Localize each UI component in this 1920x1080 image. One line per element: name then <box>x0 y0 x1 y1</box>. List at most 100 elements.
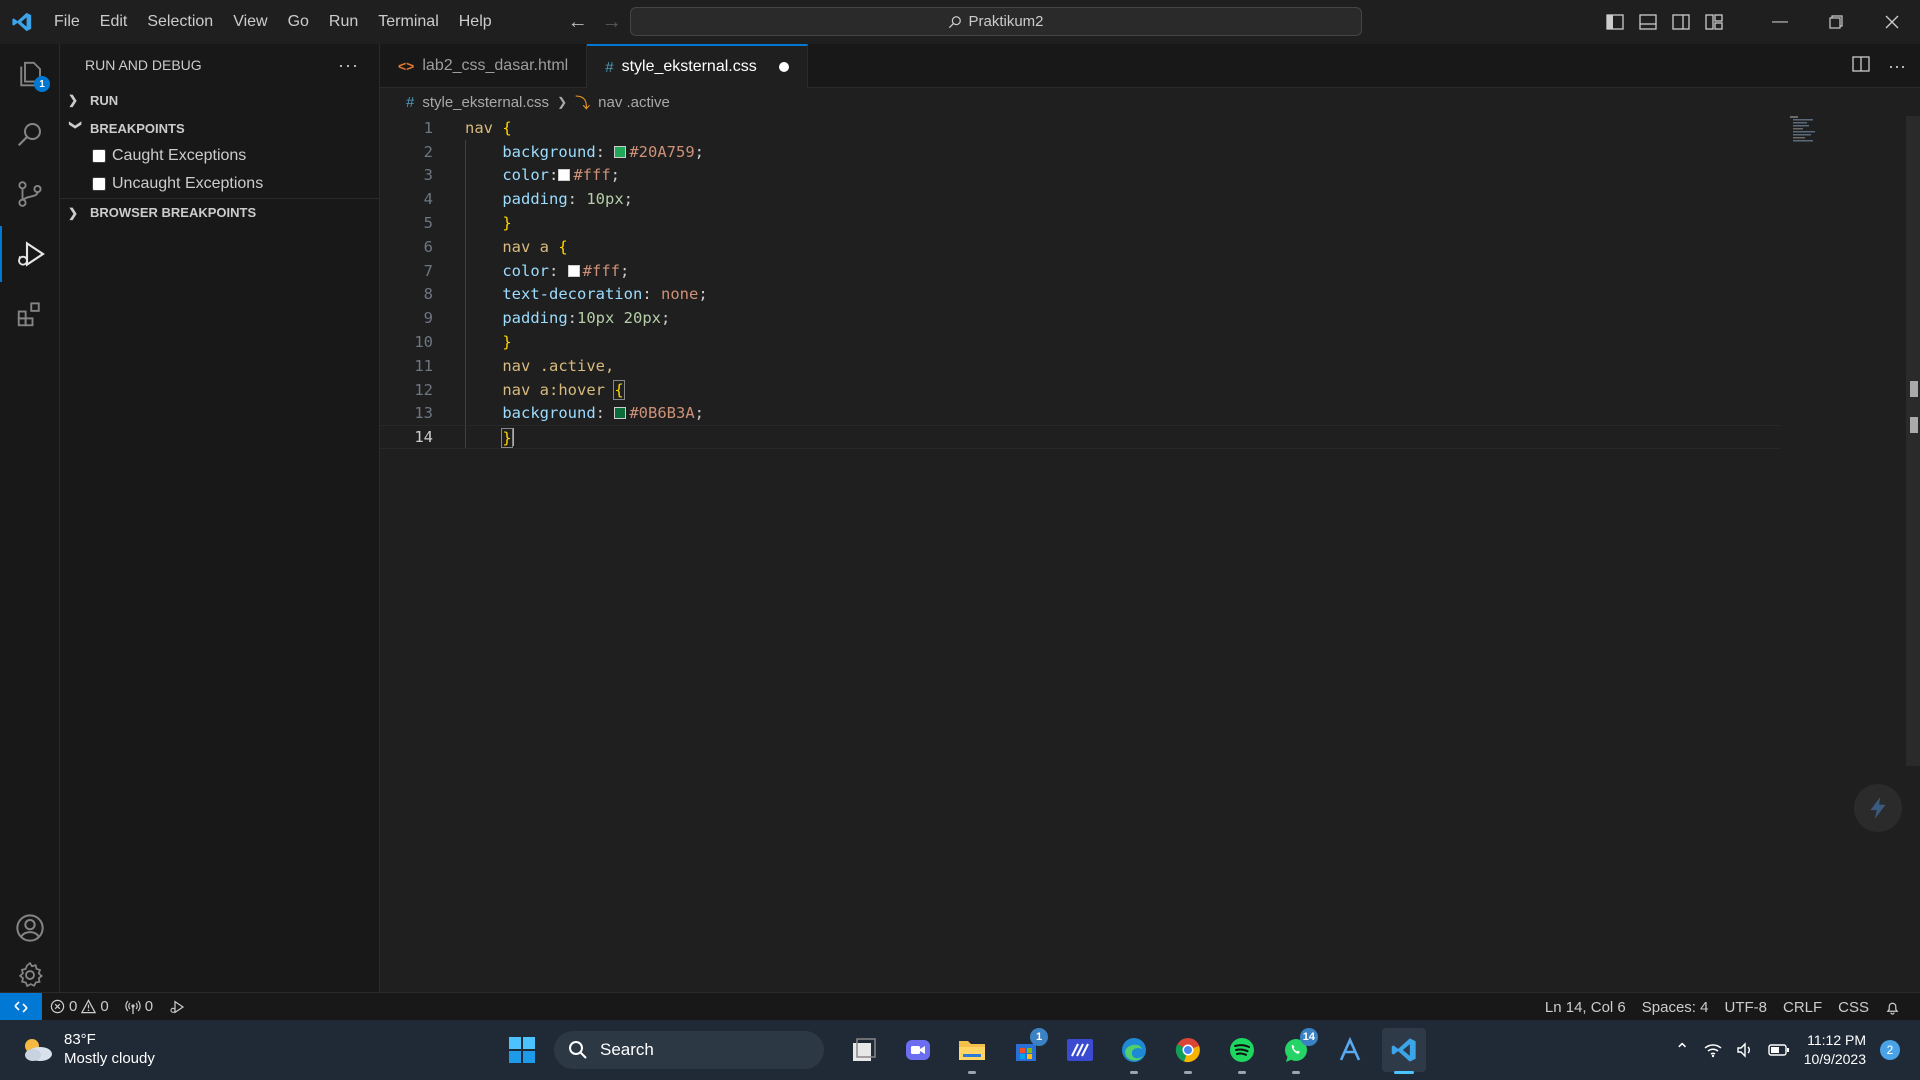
vscode-app[interactable] <box>1382 1028 1426 1074</box>
section-breakpoints[interactable]: ❯ BREAKPOINTS <box>60 114 379 142</box>
search-icon[interactable] <box>0 106 60 162</box>
chevron-up-icon[interactable]: ⌃ <box>1675 1040 1690 1061</box>
customize-layout-icon[interactable] <box>1697 0 1730 44</box>
run-and-debug-icon[interactable] <box>0 226 60 282</box>
code-line[interactable]: 7 color: #fff; <box>380 259 1780 283</box>
indentation[interactable]: Spaces: 4 <box>1634 993 1717 1021</box>
breakpoint-uncaught-exceptions[interactable]: Uncaught Exceptions <box>60 170 379 198</box>
menu-view[interactable]: View <box>223 7 277 37</box>
edge-browser-app[interactable] <box>1112 1028 1156 1074</box>
split-editor-icon[interactable] <box>1852 55 1870 77</box>
weather-widget[interactable]: 83°F Mostly cloudy <box>20 1030 155 1068</box>
battery-icon[interactable] <box>1768 1043 1790 1057</box>
chrome-browser-app[interactable] <box>1166 1028 1210 1074</box>
color-swatch-white[interactable] <box>558 169 571 182</box>
color-swatch-white[interactable] <box>567 264 580 277</box>
translator-app[interactable] <box>1328 1028 1372 1072</box>
teams-chat-app[interactable] <box>896 1028 940 1072</box>
section-run[interactable]: ❯ RUN <box>60 86 379 114</box>
remote-indicator-icon[interactable] <box>0 992 42 1021</box>
code-editor[interactable]: 1 nav { 2 background: #20A759; 3 color: #… <box>380 116 1780 450</box>
code-line[interactable]: 10 } <box>380 330 1780 354</box>
code-line[interactable]: 9 padding:10px 20px; <box>380 306 1780 330</box>
editor-actions: ··· <box>1852 44 1906 88</box>
extensions-icon[interactable] <box>0 286 60 342</box>
taskbar-search[interactable]: Search <box>554 1031 824 1069</box>
menu-edit[interactable]: Edit <box>90 7 138 37</box>
ports-indicator[interactable]: 0 <box>117 993 161 1021</box>
code-line[interactable]: 12 nav a:hover { <box>380 378 1780 402</box>
notes-app[interactable] <box>1058 1028 1102 1072</box>
more-actions-icon[interactable]: ··· <box>338 55 359 76</box>
color-swatch-dark-green[interactable] <box>614 407 627 420</box>
code-line[interactable]: 11 nav .active, <box>380 354 1780 378</box>
vertical-scrollbar[interactable] <box>1906 116 1920 766</box>
breakpoint-caught-exceptions[interactable]: Caught Exceptions <box>60 142 379 170</box>
explorer-icon[interactable]: 1 <box>0 46 60 102</box>
menu-run[interactable]: Run <box>319 7 368 37</box>
notification-badge[interactable]: 2 <box>1880 1040 1900 1060</box>
toggle-secondary-sidebar-icon[interactable] <box>1664 0 1697 44</box>
more-actions-icon[interactable]: ··· <box>1888 56 1906 77</box>
forward-arrow-icon[interactable]: → <box>602 11 622 34</box>
code-line-current[interactable]: 14 } <box>380 425 1780 450</box>
debug-status[interactable] <box>161 993 193 1021</box>
whatsapp-app[interactable]: 14 <box>1274 1028 1318 1074</box>
code-line[interactable]: 1 nav { <box>380 116 1780 140</box>
value: 10px 20px <box>577 309 661 328</box>
back-arrow-icon[interactable]: ← <box>568 11 588 34</box>
uncaught-exceptions-checkbox[interactable] <box>92 177 106 191</box>
breadcrumb-symbol[interactable]: nav .active <box>598 94 670 111</box>
toggle-primary-sidebar-icon[interactable] <box>1598 0 1631 44</box>
start-button[interactable] <box>500 1028 544 1072</box>
problems-indicator[interactable]: 0 0 <box>42 993 117 1021</box>
menu-bar: File Edit Selection View Go Run Terminal… <box>44 0 502 44</box>
menu-help[interactable]: Help <box>449 7 502 37</box>
cursor-position[interactable]: Ln 14, Col 6 <box>1537 993 1634 1021</box>
code-line[interactable]: 5 } <box>380 211 1780 235</box>
color-swatch-green[interactable] <box>614 145 627 158</box>
notifications-bell-icon[interactable] <box>1877 993 1908 1021</box>
code-line[interactable]: 13 background: #0B6B3A; <box>380 402 1780 426</box>
spotify-app[interactable] <box>1220 1028 1264 1074</box>
code-line[interactable]: 8 text-decoration: none; <box>380 283 1780 307</box>
accounts-icon[interactable] <box>0 900 60 956</box>
section-run-label: RUN <box>90 92 119 108</box>
caught-exceptions-checkbox[interactable] <box>92 149 106 163</box>
source-control-icon[interactable] <box>0 166 60 222</box>
tab-lab2-css-dasar-html[interactable]: <> lab2_css_dasar.html <box>380 44 588 88</box>
command-center-search[interactable]: Praktikum2 <box>630 7 1362 36</box>
toggle-panel-icon[interactable] <box>1631 0 1664 44</box>
minimap[interactable] <box>1790 116 1820 146</box>
wifi-icon[interactable] <box>1704 1042 1722 1058</box>
symbol-class-icon: ⤵ <box>575 94 591 112</box>
settings-gear-icon[interactable] <box>0 960 60 990</box>
section-browser-breakpoints[interactable]: ❯ BROWSER BREAKPOINTS <box>60 198 379 226</box>
menu-terminal[interactable]: Terminal <box>368 7 448 37</box>
close-icon[interactable] <box>1864 0 1920 44</box>
volume-icon[interactable] <box>1736 1042 1754 1058</box>
weather-description: Mostly cloudy <box>64 1050 155 1067</box>
menu-selection[interactable]: Selection <box>137 7 223 37</box>
encoding[interactable]: UTF-8 <box>1716 993 1775 1021</box>
code-line[interactable]: 2 background: #20A759; <box>380 140 1780 164</box>
restore-icon[interactable] <box>1808 0 1864 44</box>
text-cursor <box>511 427 514 446</box>
breadcrumb-file[interactable]: style_eksternal.css <box>422 94 549 111</box>
code-line[interactable]: 4 padding: 10px; <box>380 187 1780 211</box>
menu-go[interactable]: Go <box>278 7 319 37</box>
end-of-line[interactable]: CRLF <box>1775 993 1830 1021</box>
minimize-icon[interactable]: — <box>1752 0 1808 44</box>
code-line[interactable]: 3 color: #fff; <box>380 164 1780 188</box>
clock[interactable]: 11:12 PM 10/9/2023 <box>1804 1031 1866 1069</box>
menu-file[interactable]: File <box>44 7 90 37</box>
task-view-button[interactable] <box>842 1028 886 1072</box>
file-explorer-app[interactable] <box>950 1028 994 1074</box>
language-mode[interactable]: CSS <box>1830 993 1877 1021</box>
unsaved-dot-icon[interactable] <box>778 62 789 72</box>
line-number: 8 <box>423 285 433 304</box>
microsoft-store-app[interactable]: 1 <box>1004 1028 1048 1072</box>
code-line[interactable]: 6 nav a { <box>380 235 1780 259</box>
tab-style-eksternal-css[interactable]: # style_eksternal.css <box>587 44 808 88</box>
floating-extension-button[interactable] <box>1854 784 1902 832</box>
